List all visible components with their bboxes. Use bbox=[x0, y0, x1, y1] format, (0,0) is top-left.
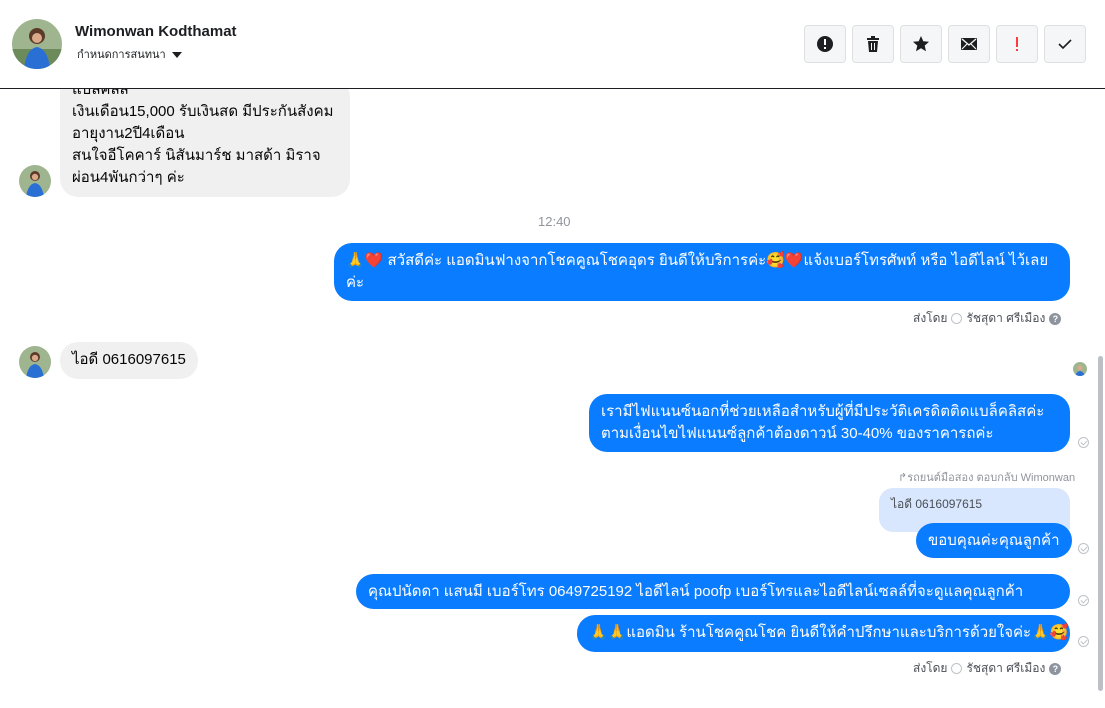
outgoing-message[interactable]: เรามีไฟแนนซ์นอกที่ช่วยเหลือสำหรับผู้ที่ม… bbox=[589, 394, 1070, 452]
contact-name[interactable]: Wimonwan Kodthamat bbox=[75, 23, 237, 40]
message-line: เงินเดือน15,000 รับเงินสด มีประกันสังคม bbox=[72, 103, 334, 120]
help-icon[interactable]: ? bbox=[1049, 662, 1062, 675]
incoming-message[interactable]: ไอดี 0616097615 bbox=[60, 342, 198, 379]
seen-avatar bbox=[1073, 362, 1087, 376]
sent-by-label: ส่งโดย รัชสุดา ศรีเมือง ? bbox=[913, 309, 1062, 328]
envelope-icon bbox=[961, 38, 977, 50]
message-line: แบล็คลิส bbox=[72, 89, 129, 98]
page-check-icon bbox=[951, 313, 963, 324]
check-icon bbox=[1058, 39, 1072, 50]
alert-circle-icon bbox=[817, 36, 833, 52]
outgoing-message[interactable]: ขอบคุณค่ะคุณลูกค้า bbox=[916, 523, 1072, 558]
message-line: ผ่อน4พันกว่าๆ ค่ะ bbox=[72, 169, 185, 186]
sender-avatar bbox=[19, 165, 51, 197]
star-button[interactable] bbox=[900, 25, 942, 63]
delivered-check-icon bbox=[1078, 437, 1089, 448]
message-line: 🙏❤️ สวัสดีค่ะ แอดมินฟางจากโชคคูณโชคอุดร … bbox=[346, 252, 1049, 269]
contact-avatar[interactable] bbox=[12, 19, 62, 69]
sender-name[interactable]: รัชสุดา ศรีเมือง bbox=[966, 659, 1045, 678]
outgoing-message[interactable]: 🙏🙏แอดมิน ร้านโชคคูณโชค ยินดีให้คำปรึกษาแ… bbox=[577, 615, 1070, 652]
sent-by-label: ส่งโดย รัชสุดา ศรีเมือง ? bbox=[913, 659, 1062, 678]
mark-done-button[interactable] bbox=[1044, 25, 1086, 63]
message-text: 🙏🙏แอดมิน ร้านโชคคูณโชค ยินดีให้คำปรึกษาแ… bbox=[589, 624, 1069, 641]
quoted-text: ไอดี 0616097615 bbox=[891, 497, 983, 511]
message-line: ค่ะ bbox=[346, 274, 365, 291]
page-check-icon bbox=[951, 663, 963, 674]
assign-label: กำหนดการสนทนา bbox=[77, 49, 166, 61]
delivered-check-icon bbox=[1078, 636, 1089, 647]
assign-conversation-dropdown[interactable]: กำหนดการสนทนา bbox=[77, 45, 182, 63]
help-icon[interactable]: ? bbox=[1049, 312, 1062, 325]
sender-name[interactable]: รัชสุดา ศรีเมือง bbox=[966, 309, 1045, 328]
message-line: เรามีไฟแนนซ์นอกที่ช่วยเหลือสำหรับผู้ที่ม… bbox=[601, 403, 1045, 420]
sender-avatar bbox=[19, 346, 51, 378]
message-text: ไอดี 0616097615 bbox=[72, 351, 186, 368]
message-thread[interactable]: แบล็คลิส เงินเดือน15,000 รับเงินสด มีประ… bbox=[0, 89, 1105, 708]
message-text: คุณปนัดดา แสนมี เบอร์โทร 0649725192 ไอดี… bbox=[368, 583, 1024, 600]
message-text: ขอบคุณค่ะคุณลูกค้า bbox=[928, 532, 1060, 549]
mark-unread-button[interactable] bbox=[948, 25, 990, 63]
exclamation-icon bbox=[1016, 37, 1018, 51]
thread-scrollbar[interactable] bbox=[1098, 356, 1103, 691]
outgoing-message[interactable]: 🙏❤️ สวัสดีค่ะ แอดมินฟางจากโชคคูณโชคอุดร … bbox=[334, 243, 1070, 301]
incoming-message[interactable]: แบล็คลิส เงินเดือน15,000 รับเงินสด มีประ… bbox=[60, 89, 350, 197]
header-actions bbox=[804, 25, 1086, 63]
delete-button[interactable] bbox=[852, 25, 894, 63]
message-line: สนใจอีโคคาร์ นิสันมาร์ช มาสด้า มิราจ bbox=[72, 147, 321, 164]
delivered-check-icon bbox=[1078, 595, 1089, 606]
caret-down-icon bbox=[171, 51, 182, 58]
message-line: อายุงาน2ปี4เดือน bbox=[72, 125, 185, 142]
star-icon bbox=[913, 36, 929, 52]
delivered-check-icon bbox=[1078, 543, 1089, 554]
message-timestamp: 12:40 bbox=[538, 214, 571, 229]
conversation-header: Wimonwan Kodthamat กำหนดการสนทนา bbox=[0, 0, 1105, 89]
mark-spam-button[interactable] bbox=[804, 25, 846, 63]
message-line: ตามเงื่อนไขไฟแนนซ์ลูกค้าต้องดาวน์ 30-40%… bbox=[601, 425, 994, 442]
follow-up-button[interactable] bbox=[996, 25, 1038, 63]
outgoing-message[interactable]: คุณปนัดดา แสนมี เบอร์โทร 0649725192 ไอดี… bbox=[356, 574, 1070, 609]
trash-icon bbox=[867, 36, 879, 52]
reply-context-label: ↱รถยนต์มือสอง ตอบกลับ Wimonwan bbox=[898, 472, 1076, 484]
